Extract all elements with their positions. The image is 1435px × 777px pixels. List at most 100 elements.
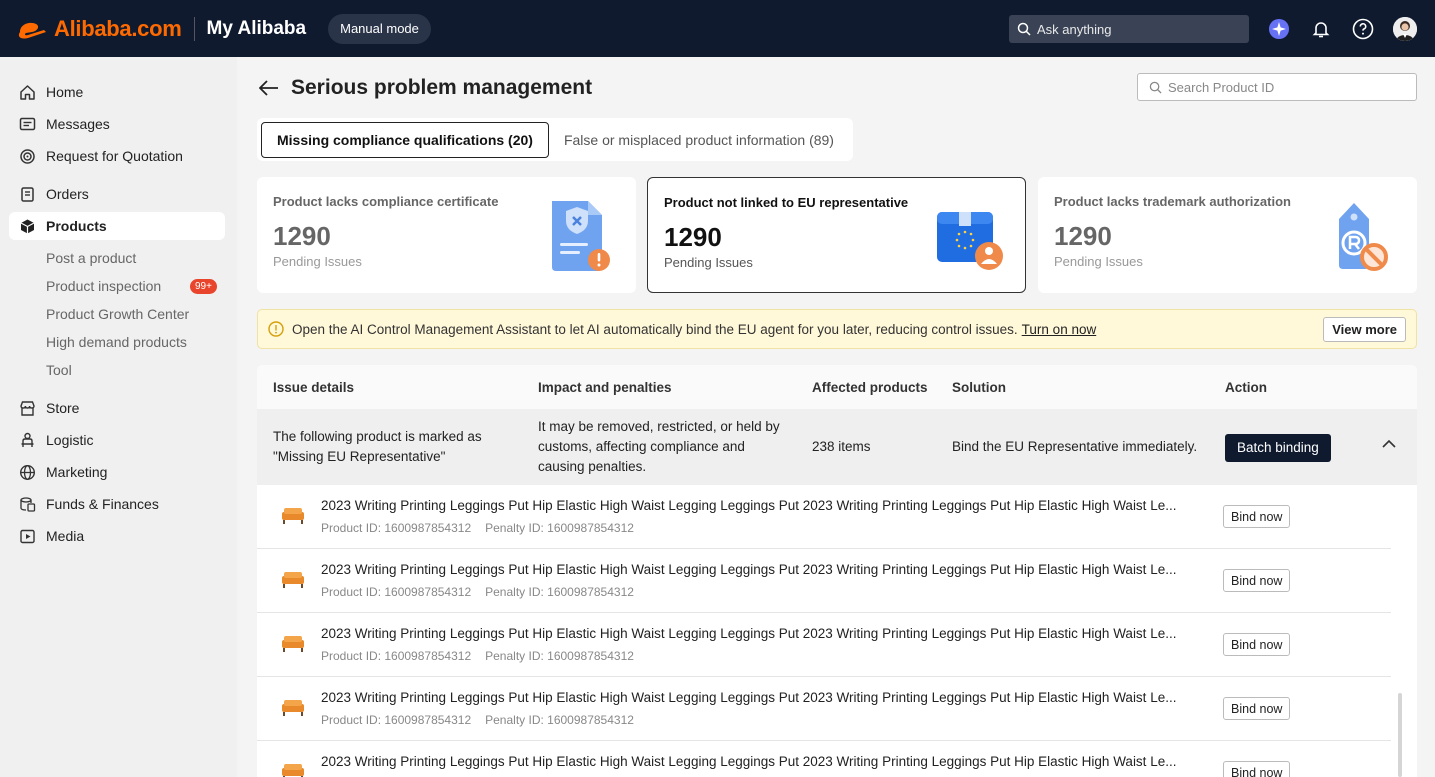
product-name[interactable]: 2023 Writing Printing Leggings Put Hip E…: [321, 626, 1201, 641]
sidebar-item-products[interactable]: Products: [9, 212, 225, 240]
orders-icon: [18, 185, 36, 203]
topbar-divider: [193, 16, 195, 41]
issue-tabs: Missing compliance qualifications (20) F…: [257, 118, 853, 161]
ai-assistant-notice: Open the AI Control Management Assistant…: [257, 309, 1417, 349]
sidebar-item-logistic[interactable]: Logistic: [9, 426, 225, 454]
alibaba-logo-icon: [18, 22, 46, 39]
card-eu-representative[interactable]: Product not linked to EU representative …: [647, 177, 1026, 293]
bind-now-button[interactable]: Bind now: [1223, 633, 1291, 656]
bind-now-button[interactable]: Bind now: [1223, 697, 1291, 720]
bind-now-button[interactable]: Bind now: [1223, 761, 1291, 777]
issue-description: The following product is marked as "Miss…: [273, 429, 482, 464]
sidebar-subitem-label: Tool: [46, 362, 72, 378]
sidebar: Home Messages Request for Quotation Orde…: [0, 57, 237, 777]
top-bar: Alibaba.com My Alibaba Manual mode Ask a…: [0, 0, 1435, 57]
product-thumbnail: [282, 508, 304, 524]
box-icon: [18, 217, 36, 235]
product-meta: Product ID: 1600987854312 Penalty ID: 160…: [321, 713, 634, 727]
page-title: Serious problem management: [291, 76, 593, 99]
table-row: 2023 Writing Printing Leggings Put Hip E…: [257, 485, 1391, 549]
product-meta: Product ID: 1600987854312 Penalty ID: 160…: [321, 585, 634, 599]
table-header: Issue details Impact and penalties Affec…: [257, 365, 1417, 409]
bell-icon[interactable]: [1309, 17, 1333, 41]
globe-icon: [18, 463, 36, 481]
page-header: Serious problem management: [259, 76, 592, 100]
sidebar-subitem-label: Product Growth Center: [46, 306, 190, 322]
logistic-icon: [18, 431, 36, 449]
product-id: Product ID: 1600987854312: [321, 649, 472, 663]
tab-false-info[interactable]: False or misplaced product information (…: [549, 122, 849, 158]
sidebar-subitem-high-demand[interactable]: High demand products: [0, 328, 237, 356]
sidebar-subitem-tool[interactable]: Tool: [0, 356, 237, 384]
sidebar-item-label: Marketing: [46, 464, 108, 480]
sidebar-subitem-post-product[interactable]: Post a product: [0, 244, 237, 272]
sidebar-item-label: Media: [46, 528, 85, 544]
help-icon[interactable]: [1351, 17, 1375, 41]
sidebar-item-marketing[interactable]: Marketing: [9, 458, 225, 486]
search-placeholder: Search Product ID: [1168, 79, 1275, 95]
table-row: 2023 Writing Printing Leggings Put Hip E…: [257, 549, 1391, 613]
main-content: Serious problem management Search Produc…: [237, 57, 1435, 777]
sidebar-item-store[interactable]: Store: [9, 394, 225, 422]
sidebar-item-funds[interactable]: Funds & Finances: [9, 490, 225, 518]
ai-sparkle-icon[interactable]: [1267, 17, 1291, 41]
turn-on-now-link[interactable]: Turn on now: [1022, 322, 1097, 337]
bind-now-button[interactable]: Bind now: [1223, 569, 1291, 592]
sidebar-item-label: Orders: [46, 186, 89, 202]
bind-now-button[interactable]: Bind now: [1223, 505, 1291, 528]
column-header-affected: Affected products: [812, 379, 928, 395]
penalty-id: Penalty ID: 1600987854312: [485, 713, 634, 727]
tab-missing-compliance[interactable]: Missing compliance qualifications (20): [261, 121, 549, 158]
sidebar-item-orders[interactable]: Orders: [9, 180, 225, 208]
batch-binding-button[interactable]: Batch binding: [1225, 434, 1331, 462]
card-trademark-authorization[interactable]: Product lacks trademark authorization 12…: [1038, 177, 1417, 293]
eu-box-icon: [937, 212, 1003, 270]
solution-text: Bind the EU Representative immediately.: [952, 439, 1198, 454]
sidebar-item-label: Home: [46, 84, 84, 100]
sidebar-subitem-label: Post a product: [46, 250, 137, 266]
issue-group-row: The following product is marked as "Miss…: [257, 409, 1417, 485]
alibaba-logo[interactable]: Alibaba.com: [16, 16, 182, 42]
product-thumbnail: [282, 764, 304, 777]
issues-table: Issue details Impact and penalties Affec…: [257, 365, 1417, 777]
certificate-shield-icon: [552, 201, 610, 271]
product-name[interactable]: 2023 Writing Printing Leggings Put Hip E…: [321, 498, 1201, 513]
product-name[interactable]: 2023 Writing Printing Leggings Put Hip E…: [321, 562, 1201, 577]
ask-anything-input[interactable]: Ask anything: [1009, 15, 1249, 43]
search-product-id-input[interactable]: Search Product ID: [1137, 73, 1417, 101]
product-meta: Product ID: 1600987854312 Penalty ID: 160…: [321, 521, 634, 535]
search-icon: [1149, 81, 1162, 94]
card-compliance-certificate[interactable]: Product lacks compliance certificate 129…: [257, 177, 636, 293]
sidebar-subitem-product-inspection[interactable]: Product inspection 99+: [0, 272, 237, 300]
sidebar-item-label: Request for Quotation: [46, 148, 183, 164]
notice-text: Open the AI Control Management Assistant…: [292, 321, 1018, 337]
product-name[interactable]: 2023 Writing Printing Leggings Put Hip E…: [321, 690, 1201, 705]
table-row: 2023 Writing Printing Leggings Put Hip E…: [257, 741, 1391, 777]
penalty-id: Penalty ID: 1600987854312: [485, 521, 634, 535]
sidebar-item-label: Funds & Finances: [46, 496, 159, 512]
penalty-id: Penalty ID: 1600987854312: [485, 649, 634, 663]
manual-mode-pill[interactable]: Manual mode: [328, 13, 431, 44]
scrollbar[interactable]: [1398, 693, 1402, 777]
column-header-solution: Solution: [952, 379, 1006, 395]
ask-placeholder: Ask anything: [1037, 21, 1112, 37]
home-icon: [18, 83, 36, 101]
section-title[interactable]: My Alibaba: [207, 18, 307, 40]
affected-count: 238 items: [812, 439, 871, 454]
search-icon: [1017, 22, 1031, 36]
chevron-up-icon[interactable]: [1382, 439, 1396, 448]
sidebar-item-messages[interactable]: Messages: [9, 110, 225, 138]
sidebar-item-label: Store: [46, 400, 80, 416]
back-arrow-icon[interactable]: [259, 80, 279, 96]
sidebar-item-home[interactable]: Home: [9, 78, 225, 106]
product-meta: Product ID: 1600987854312 Penalty ID: 160…: [321, 649, 634, 663]
sidebar-item-media[interactable]: Media: [9, 522, 225, 550]
product-thumbnail: [282, 572, 304, 588]
avatar[interactable]: [1393, 17, 1417, 41]
store-icon: [18, 399, 36, 417]
sidebar-item-rfq[interactable]: Request for Quotation: [9, 142, 225, 170]
trademark-tag-icon: [1339, 203, 1388, 271]
sidebar-subitem-growth-center[interactable]: Product Growth Center: [0, 300, 237, 328]
product-name[interactable]: 2023 Writing Printing Leggings Put Hip E…: [321, 754, 1201, 769]
view-more-button[interactable]: View more: [1323, 317, 1406, 342]
